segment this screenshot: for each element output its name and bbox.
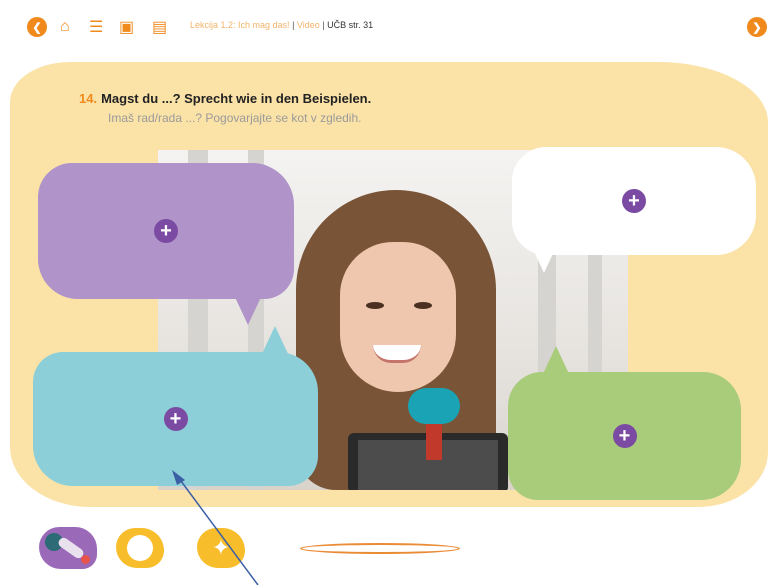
book-icon[interactable]: ▤ — [152, 17, 167, 37]
back-arrow-icon[interactable]: ❮ — [27, 17, 47, 37]
highlight-oval-annotation — [300, 543, 460, 554]
breadcrumb: Lekcija 1.2: Ich mag das! | Video | UČB … — [190, 20, 373, 30]
yellow-tool-button-2[interactable]: ✦ — [196, 524, 246, 572]
plus-icon[interactable]: + — [154, 219, 178, 243]
speech-bubble-green[interactable]: + — [508, 346, 741, 500]
home-icon[interactable]: ⌂ — [60, 17, 70, 37]
photo-eye — [414, 302, 432, 309]
microphone-icon — [39, 527, 97, 569]
speech-bubble-purple[interactable]: + — [38, 163, 294, 325]
task-title-text: Magst du ...? Sprecht wie in den Beispie… — [101, 91, 372, 106]
breadcrumb-separator: | — [319, 20, 328, 30]
photo-microphone-handle — [426, 420, 442, 460]
breadcrumb-ucb-page: UČB str. 31 — [327, 20, 374, 30]
photo-microphone-head — [408, 388, 460, 424]
bubble-tail — [542, 346, 570, 376]
yellow-blob-icon: ✦ — [197, 528, 245, 568]
breadcrumb-video-link[interactable]: Video — [297, 20, 320, 30]
bubble-tail — [532, 247, 556, 273]
speech-bubble-blue[interactable]: + — [33, 326, 318, 486]
task-subtitle: Imaš rad/rada ...? Pogovarjajte se kot v… — [108, 111, 362, 125]
list-icon[interactable]: ☰ — [89, 17, 103, 37]
task-title: 14. Magst du ...? Sprecht wie in den Beis… — [79, 91, 371, 106]
top-toolbar: ❮ ⌂ ☰ ▣ ▤ Lekcija 1.2: Ich mag das! | Vi… — [0, 0, 777, 48]
bubble-tail — [234, 295, 262, 325]
photo-eye — [366, 302, 384, 309]
backpack-icon[interactable]: ▣ — [119, 17, 134, 37]
record-microphone-button[interactable] — [37, 524, 99, 572]
breadcrumb-lesson-link[interactable]: Lekcija 1.2: Ich mag das! — [190, 20, 290, 30]
photo-face — [340, 242, 456, 392]
app-window: ❮ ⌂ ☰ ▣ ▤ Lekcija 1.2: Ich mag das! | Vi… — [0, 0, 777, 585]
plus-icon[interactable]: + — [612, 424, 637, 448]
task-number: 14. — [79, 91, 98, 106]
record-dot — [81, 555, 90, 564]
breadcrumb-separator: | — [289, 20, 297, 30]
yellow-tool-button-1[interactable] — [115, 524, 165, 572]
flower-icon — [130, 538, 150, 558]
star-icon: ✦ — [211, 535, 231, 560]
plus-icon[interactable]: + — [163, 407, 188, 431]
yellow-blob-icon — [116, 528, 164, 568]
bubble-tail — [261, 326, 289, 356]
speech-bubble-white[interactable]: + — [512, 147, 756, 273]
forward-arrow-icon[interactable]: ❯ — [747, 17, 767, 37]
plus-icon[interactable]: + — [622, 189, 646, 213]
